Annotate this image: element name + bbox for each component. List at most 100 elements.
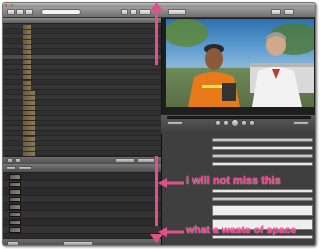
event-list-footer [3, 238, 161, 245]
event-add-button[interactable] [7, 241, 19, 245]
clip-thumbnail [9, 211, 21, 218]
previous-icon[interactable] [215, 120, 221, 126]
list-item[interactable] [3, 210, 161, 219]
clip-thumbnail [23, 121, 35, 126]
inspector-row [166, 161, 313, 167]
media-browser [3, 18, 161, 157]
clip-thumbnail [23, 95, 35, 100]
inspector-row [166, 137, 313, 143]
clip-thumbnail [23, 80, 31, 85]
viewer-transport-bar [161, 114, 315, 134]
inspector-row [166, 145, 313, 151]
clip-thumbnail [9, 189, 21, 195]
clip-thumbnail [23, 126, 35, 131]
clip-thumbnail [23, 60, 31, 65]
event-list-header [3, 164, 161, 173]
clip-thumbnail [23, 106, 35, 110]
clip-thumbnail [9, 181, 21, 188]
browser-toggle-button[interactable] [284, 9, 294, 15]
list-item[interactable] [3, 180, 161, 189]
view-button[interactable] [7, 9, 15, 15]
timecode-button[interactable] [168, 9, 186, 15]
filter-button[interactable] [130, 9, 137, 15]
action-button[interactable] [121, 9, 128, 15]
list-item[interactable] [3, 203, 161, 211]
clip-thumbnail [23, 141, 35, 146]
clip-thumbnail [23, 70, 31, 75]
export-button[interactable] [137, 158, 155, 163]
arrow-icon [150, 2, 163, 11]
reel-field[interactable] [212, 162, 313, 166]
scrubber[interactable] [167, 116, 311, 119]
clip-thumbnail [9, 174, 21, 180]
type-select[interactable] [212, 154, 313, 158]
import-button[interactable] [115, 158, 135, 163]
arrow-icon [155, 8, 158, 65]
camera-select[interactable] [212, 197, 313, 201]
forward-icon[interactable] [241, 120, 247, 126]
clip-thumbnail [23, 49, 31, 54]
clip-thumbnail [23, 131, 35, 136]
clip-thumbnail [9, 196, 21, 203]
clip-thumbnail [23, 75, 31, 80]
rewind-icon[interactable] [223, 120, 229, 126]
clip-thumbnail [23, 100, 35, 105]
in-point-button[interactable] [167, 121, 183, 125]
scene-field[interactable] [212, 189, 313, 193]
video-still: SOLAR [166, 19, 314, 107]
clip-thumbnail [9, 219, 21, 226]
video-viewer[interactable]: SOLAR [161, 18, 315, 114]
event-list [3, 164, 161, 245]
clip-thumbnail [23, 146, 35, 151]
clip-thumbnail [23, 116, 35, 121]
clip-thumbnail [23, 85, 31, 90]
clip-thumbnail [23, 55, 31, 60]
clip-thumbnail [23, 34, 31, 39]
remove-button[interactable] [15, 158, 21, 163]
event-rows [3, 173, 161, 234]
video-frame: SOLAR [166, 19, 314, 107]
clip-thumbnail [23, 136, 35, 141]
inspector-toggle-button[interactable] [271, 9, 281, 15]
event-tab-button[interactable] [6, 166, 16, 170]
clips-tab-button[interactable] [18, 166, 32, 170]
event-options-button[interactable] [63, 241, 93, 245]
clip-thumbnail [23, 65, 31, 70]
project-select[interactable] [212, 138, 313, 142]
inspector-row [166, 196, 313, 202]
next-icon[interactable] [249, 120, 255, 126]
out-point-button[interactable] [293, 121, 309, 125]
column-button[interactable] [25, 9, 33, 15]
notes-field[interactable] [212, 205, 313, 216]
clip-thumbnail [23, 44, 31, 49]
clip-thumbnail [23, 111, 35, 116]
list-button[interactable] [16, 9, 24, 15]
inspector-row [166, 188, 313, 194]
name-field[interactable] [212, 146, 313, 150]
play-icon[interactable] [231, 119, 239, 127]
list-item[interactable] [3, 219, 161, 227]
add-button[interactable] [7, 158, 13, 163]
clip-thumbnail [23, 39, 31, 44]
clip-thumbnail [23, 90, 35, 95]
list-item[interactable] [3, 173, 161, 181]
browser-footer [3, 156, 161, 164]
zoom-icon[interactable] [11, 4, 13, 6]
clip-thumbnail [9, 227, 21, 233]
clip-thumbnail [9, 204, 21, 210]
app-window: SOLAR [2, 2, 316, 246]
inspector-row [166, 153, 313, 159]
browser-rows [3, 24, 161, 157]
clip-thumbnail [23, 29, 31, 34]
close-icon[interactable] [5, 4, 7, 6]
list-item[interactable] [3, 195, 161, 204]
arrow-icon [155, 156, 158, 226]
search-input[interactable] [41, 9, 81, 15]
arrow-icon [158, 178, 184, 188]
clip-thumbnail [23, 24, 31, 29]
annotation-waste: what a waste of space [186, 224, 297, 236]
list-item[interactable] [3, 226, 161, 234]
list-item[interactable] [3, 188, 161, 196]
arrow-icon [150, 234, 163, 243]
minimize-icon[interactable] [8, 4, 10, 6]
